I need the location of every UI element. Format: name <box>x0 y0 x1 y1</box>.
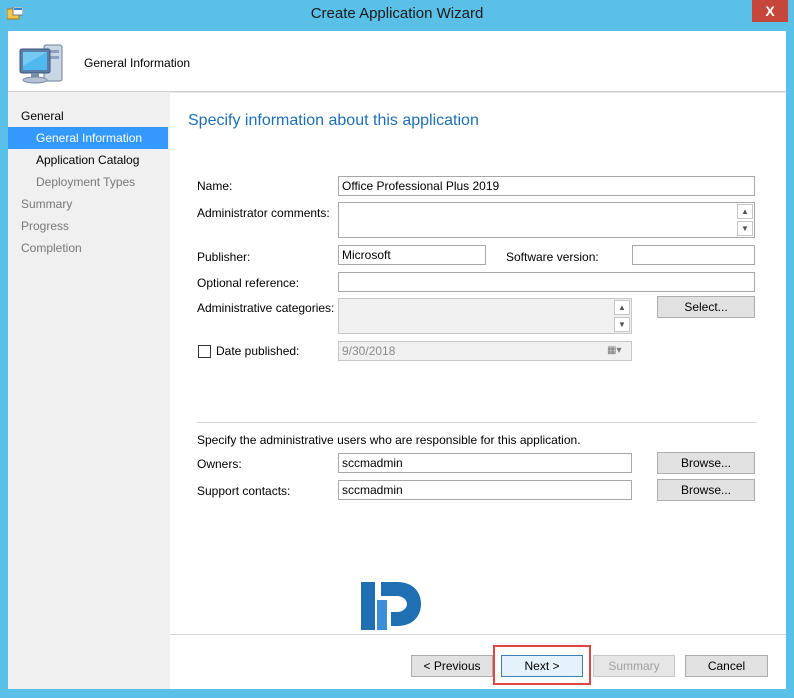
cancel-button[interactable]: Cancel <box>685 655 768 677</box>
section-separator <box>197 422 757 423</box>
admin-comments-input[interactable]: ▲ ▼ <box>338 202 755 238</box>
name-label: Name: <box>197 179 233 193</box>
scroll-up-icon[interactable]: ▲ <box>737 204 753 219</box>
computer-icon <box>19 44 63 84</box>
owners-label: Owners: <box>197 457 242 471</box>
software-version-input[interactable] <box>632 245 755 265</box>
support-contacts-input[interactable]: sccmadmin <box>338 480 632 500</box>
owners-input[interactable]: sccmadmin <box>338 453 632 473</box>
summary-button[interactable]: Summary <box>593 655 675 677</box>
wizard-window: Create Application Wizard X General Info… <box>0 0 794 698</box>
support-contacts-browse-button[interactable]: Browse... <box>657 479 755 501</box>
responsible-users-text: Specify the administrative users who are… <box>197 433 581 447</box>
wizard-body: General General Information Application … <box>8 92 786 689</box>
admin-categories-list[interactable]: ▲ ▼ <box>338 298 632 334</box>
date-published-label: Date published: <box>216 344 300 358</box>
previous-button[interactable]: < Previous <box>411 655 493 677</box>
publisher-input[interactable]: Microsoft <box>338 245 486 265</box>
nav-item-completion[interactable]: Completion <box>8 237 168 259</box>
close-button[interactable]: X <box>752 0 788 22</box>
publisher-label: Publisher: <box>197 250 251 264</box>
nav-item-general-information[interactable]: General Information <box>8 127 168 149</box>
owners-browse-button[interactable]: Browse... <box>657 452 755 474</box>
nav-item-progress[interactable]: Progress <box>8 215 168 237</box>
wizard-nav: General General Information Application … <box>8 92 170 689</box>
next-button-highlight <box>493 645 591 685</box>
optional-reference-input[interactable] <box>338 272 755 292</box>
support-contacts-label: Support contacts: <box>197 484 291 498</box>
wizard-header: General Information <box>8 31 786 92</box>
scroll-down-icon[interactable]: ▼ <box>737 221 753 236</box>
header-title: General Information <box>84 56 191 70</box>
logo-watermark-icon <box>361 582 421 630</box>
wizard-content: Specify information about this applicati… <box>170 92 786 689</box>
scroll-up-icon[interactable]: ▲ <box>614 300 630 315</box>
footer-separator <box>170 634 786 635</box>
date-published-value: 9/30/2018 <box>342 344 396 358</box>
name-input[interactable]: Office Professional Plus 2019 <box>338 176 755 196</box>
date-published-input[interactable]: 9/30/2018 ▦▾ <box>338 341 632 361</box>
admin-comments-scrollbar[interactable]: ▲ ▼ <box>737 204 753 236</box>
nav-item-deployment-types[interactable]: Deployment Types <box>8 171 168 193</box>
nav-item-summary[interactable]: Summary <box>8 193 168 215</box>
title-bar[interactable]: Create Application Wizard X <box>0 0 794 31</box>
date-published-checkbox[interactable] <box>198 345 211 358</box>
admin-categories-scrollbar[interactable]: ▲ ▼ <box>614 300 630 332</box>
nav-item-application-catalog[interactable]: Application Catalog <box>8 149 168 171</box>
calendar-icon[interactable]: ▦▾ <box>607 345 627 357</box>
admin-comments-label: Administrator comments: <box>197 206 330 220</box>
software-version-label: Software version: <box>506 250 599 264</box>
optional-reference-label: Optional reference: <box>197 276 300 290</box>
window-title: Create Application Wizard <box>310 5 484 22</box>
admin-categories-label: Administrative categories: <box>197 301 335 315</box>
select-button[interactable]: Select... <box>657 296 755 318</box>
scroll-down-icon[interactable]: ▼ <box>614 317 630 332</box>
nav-item-general[interactable]: General <box>8 105 168 127</box>
page-heading: Specify information about this applicati… <box>188 112 479 129</box>
